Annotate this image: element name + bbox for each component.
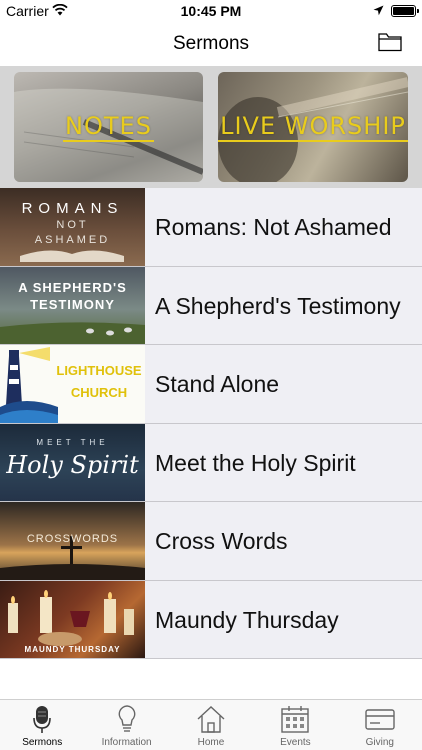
sermon-thumbnail: MAUNDY THURSDAY — [0, 580, 145, 658]
live-worship-banner[interactable]: LIVE WORSHIP — [218, 72, 408, 182]
tab-bar: Sermons Information Home Events Giving — [0, 699, 422, 750]
sermon-title: Romans: Not Ashamed — [155, 214, 392, 240]
location-arrow-icon — [373, 5, 384, 16]
list-item[interactable]: CROSSWORDS Cross Words — [0, 502, 422, 581]
navigation-bar: Sermons — [0, 22, 422, 66]
tab-sermons[interactable]: Sermons — [0, 700, 84, 750]
sermon-thumbnail: MEET THE Holy Spirit — [0, 423, 145, 501]
tab-label: Events — [280, 737, 311, 748]
tab-label: Sermons — [22, 737, 63, 748]
status-time: 10:45 PM — [180, 3, 242, 19]
featured-banners: NOTES LIVE WORSHIP — [0, 66, 422, 188]
thumb-title: CHURCH — [70, 385, 128, 400]
thumb-title: ROMANS — [21, 200, 124, 217]
microphone-icon — [33, 706, 51, 733]
notes-banner-label: NOTES — [63, 112, 154, 142]
thumb-subtitle: ASHAMED — [34, 234, 111, 246]
list-item[interactable]: LIGHTHOUSE CHURCH Stand Alone — [0, 345, 422, 424]
tab-label: Giving — [365, 737, 394, 748]
home-icon — [197, 706, 225, 733]
tab-home[interactable]: Home — [169, 700, 253, 750]
thumb-title: A SHEPHERD'S — [18, 279, 127, 295]
folder-icon[interactable] — [378, 32, 402, 52]
list-item[interactable]: A SHEPHERD'S TESTIMONY A Shepherd's Test… — [0, 266, 422, 345]
tab-label: Information — [101, 737, 152, 748]
thumb-title: Holy Spirit — [6, 450, 139, 479]
thumb-subtitle: NOT — [56, 219, 89, 231]
credit-card-icon — [365, 709, 395, 730]
sermon-list: ROMANS NOT ASHAMED Romans: Not Ashamed A… — [0, 188, 422, 659]
sermon-title: Meet the Holy Spirit — [155, 449, 356, 476]
sermon-title: Stand Alone — [155, 371, 280, 397]
thumb-subtitle: MEET THE — [36, 437, 109, 447]
list-item[interactable]: MEET THE Holy Spirit Meet the Holy Spiri… — [0, 423, 422, 502]
thumb-title: CROSSWORDS — [26, 533, 119, 545]
sermon-title: A Shepherd's Testimony — [155, 292, 401, 319]
page-title: Sermons — [172, 33, 250, 54]
tab-events[interactable]: Events — [253, 700, 337, 750]
thumb-title: TESTIMONY — [30, 296, 115, 312]
sermon-thumbnail: CROSSWORDS — [0, 502, 145, 580]
sermon-title: Cross Words — [155, 528, 288, 554]
tab-giving[interactable]: Giving — [338, 700, 422, 750]
notes-banner[interactable]: NOTES — [14, 72, 203, 182]
status-bar: Carrier 10:45 PM — [0, 0, 422, 22]
tab-information[interactable]: Information — [84, 700, 168, 750]
list-item[interactable]: ROMANS NOT ASHAMED Romans: Not Ashamed — [0, 188, 422, 267]
list-item[interactable]: MAUNDY THURSDAY Maundy Thursday — [0, 580, 422, 659]
sermon-thumbnail: ROMANS NOT ASHAMED — [0, 188, 145, 266]
thumb-title: LIGHTHOUSE — [56, 363, 142, 378]
sermon-thumbnail: LIGHTHOUSE CHURCH — [0, 345, 145, 423]
thumb-title: MAUNDY THURSDAY — [24, 644, 121, 654]
live-worship-banner-label: LIVE WORSHIP — [218, 112, 408, 142]
sermon-thumbnail: A SHEPHERD'S TESTIMONY — [0, 266, 145, 344]
lightbulb-icon — [118, 705, 135, 732]
calendar-icon — [281, 706, 310, 733]
battery-icon — [391, 5, 419, 17]
lighthouse-logo — [0, 347, 58, 423]
sermon-title: Maundy Thursday — [155, 606, 339, 633]
tab-label: Home — [197, 737, 225, 748]
